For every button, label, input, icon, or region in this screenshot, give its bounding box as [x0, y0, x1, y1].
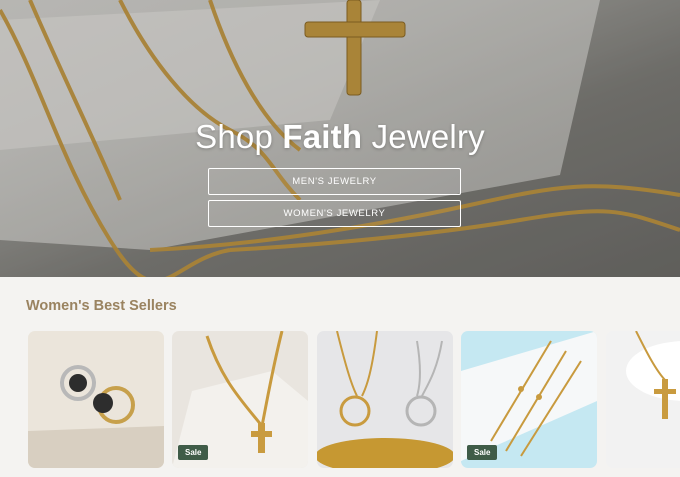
hero-title: Shop Faith Jewelry: [0, 118, 680, 156]
mens-jewelry-button[interactable]: MEN'S JEWELRY: [208, 168, 461, 195]
cross-pendant-product-image: [606, 331, 680, 468]
womens-jewelry-button[interactable]: WOMEN'S JEWELRY: [208, 200, 461, 227]
rings-product-image: [28, 331, 164, 468]
product-card-cross-pendant[interactable]: [606, 331, 680, 468]
hero-title-prefix: Shop: [195, 118, 283, 155]
product-carousel: Sale Sale: [28, 331, 680, 468]
product-card-mountain-pendant[interactable]: [317, 331, 453, 468]
hero-title-suffix: Jewelry: [362, 118, 485, 155]
hero-banner: Shop Faith Jewelry MEN'S JEWELRY WOMEN'S…: [0, 0, 680, 277]
product-card-cross-necklace[interactable]: Sale: [172, 331, 308, 468]
product-card-layered-necklace[interactable]: Sale: [461, 331, 597, 468]
mountain-pendant-product-image: [317, 331, 453, 468]
section-title: Women's Best Sellers: [26, 298, 177, 314]
sale-badge: Sale: [178, 445, 209, 460]
sale-badge: Sale: [467, 445, 498, 460]
product-card-rings[interactable]: [28, 331, 164, 468]
hero-title-bold: Faith: [282, 118, 363, 155]
